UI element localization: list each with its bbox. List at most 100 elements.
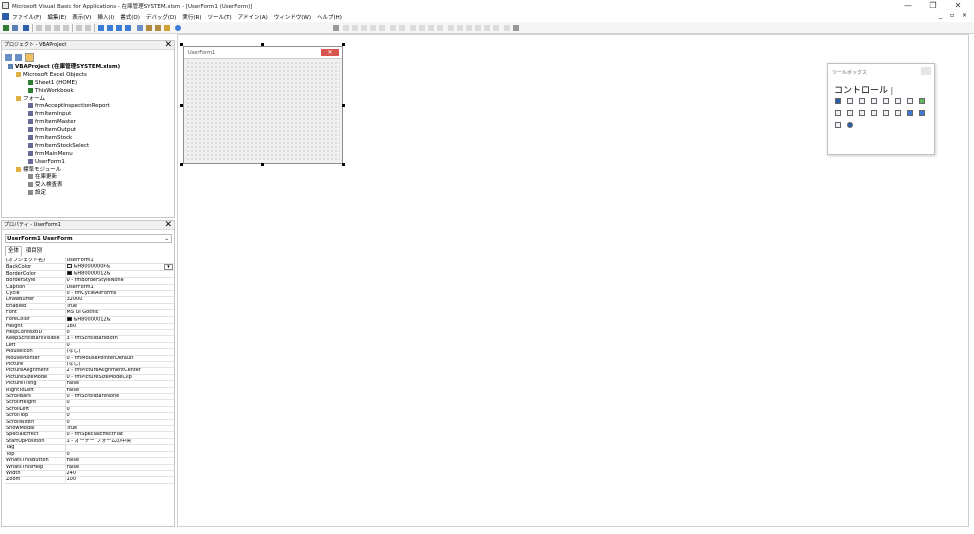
tree-folder-modules[interactable]: 標準モジュール	[2, 166, 172, 175]
tree-item-form[interactable]: UserForm1	[2, 158, 172, 167]
commandbutton-tool-icon[interactable]	[847, 110, 853, 116]
insert-userform-icon[interactable]	[12, 25, 18, 31]
resize-handle[interactable]	[180, 43, 183, 46]
paste-icon[interactable]	[54, 25, 60, 31]
tree-folder-forms[interactable]: フォーム	[2, 95, 172, 104]
tree-item-form[interactable]: frmMainMenu	[2, 150, 172, 159]
copy-icon[interactable]	[45, 25, 51, 31]
break-icon[interactable]	[107, 25, 113, 31]
menu-item[interactable]: ツール(T)	[208, 13, 232, 21]
restore-button[interactable]: ❐	[921, 0, 945, 12]
view-code-icon[interactable]	[5, 54, 12, 61]
menu-item[interactable]: ヘルプ(H)	[317, 13, 342, 21]
object-select-dropdown[interactable]: UserForm1 UserForm ⌄	[5, 234, 172, 243]
run-icon[interactable]	[98, 25, 104, 31]
tree-item-sheet[interactable]: Sheet1 (HOME)	[2, 79, 172, 88]
toggle-folders-icon[interactable]	[25, 53, 34, 62]
ruler-tool-icon[interactable]	[835, 122, 841, 128]
optionbutton-tool-icon[interactable]	[907, 98, 913, 104]
menu-item[interactable]: 実行(R)	[182, 13, 201, 21]
tab-categorized[interactable]: 項目別	[24, 247, 45, 256]
align-top-icon[interactable]	[475, 25, 481, 31]
properties-close-button[interactable]: ✕	[164, 221, 172, 230]
resize-handle[interactable]	[261, 43, 264, 46]
find-icon[interactable]	[63, 25, 69, 31]
vb-menu-icon[interactable]	[2, 13, 9, 20]
tree-item-form[interactable]: frmItemStock	[2, 135, 172, 143]
save-icon[interactable]	[23, 25, 29, 31]
toolbox-icon[interactable]	[164, 25, 170, 31]
resize-handle[interactable]	[180, 104, 183, 107]
undo-icon[interactable]	[76, 25, 82, 31]
bring-to-front-icon[interactable]	[493, 25, 499, 31]
menu-item[interactable]: 書式(O)	[120, 13, 140, 21]
excel-view-icon[interactable]	[3, 25, 9, 31]
outdent-icon[interactable]	[352, 25, 358, 31]
tree-item-form[interactable]: frmAcceptInspectionReport	[2, 103, 172, 111]
tree-item-module[interactable]: 受入検査表	[2, 182, 172, 190]
resize-handle[interactable]	[342, 163, 345, 166]
tree-item-sheet[interactable]: ThisWorkbook	[2, 87, 172, 96]
listbox-tool-icon[interactable]	[883, 98, 889, 104]
multipage-tool-icon[interactable]	[871, 110, 877, 116]
select-objects-icon[interactable]	[835, 98, 841, 104]
userform[interactable]: UserForm1 ✕	[183, 46, 343, 164]
toolbox-tab-controls[interactable]: コントロール |	[834, 83, 893, 96]
list-properties-icon[interactable]	[361, 25, 367, 31]
tree-project-root[interactable]: VBAProject (在庫管理SYSTEM.xlsm)	[2, 64, 172, 72]
reset-icon[interactable]	[116, 25, 122, 31]
tree-item-form[interactable]: frmItemStockSelect	[2, 142, 172, 151]
property-value-cell[interactable]: 100	[65, 476, 174, 484]
align-right-icon[interactable]	[466, 25, 472, 31]
resize-handle[interactable]	[342, 43, 345, 46]
combobox-tool-icon[interactable]	[871, 98, 877, 104]
tree-item-module[interactable]: 設定	[2, 190, 172, 198]
uncomment-block-icon[interactable]	[399, 25, 405, 31]
menu-item[interactable]: 表示(V)	[72, 13, 91, 21]
checkbox-tool-icon[interactable]	[895, 98, 901, 104]
property-row[interactable]: ForeColor &H80000012&	[5, 316, 174, 324]
menu-item[interactable]: 編集(E)	[47, 13, 66, 21]
property-value-cell[interactable]: &H80000012&	[65, 270, 174, 279]
toolbox-close-button[interactable]	[921, 67, 931, 75]
property-value-cell[interactable]: &H8000000F&	[65, 263, 174, 272]
togglebutton-tool-icon[interactable]	[919, 98, 925, 104]
menu-item[interactable]: ウィンドウ(W)	[274, 13, 311, 21]
clear-bookmarks-icon[interactable]	[437, 25, 443, 31]
redo-icon[interactable]	[85, 25, 91, 31]
spinbutton-tool-icon[interactable]	[895, 110, 901, 116]
tree-item-module[interactable]: 在庫更新	[2, 174, 172, 182]
minimize-button[interactable]: —	[896, 0, 920, 12]
tree-item-form[interactable]: frmItemMaster	[2, 119, 172, 127]
project-explorer-icon[interactable]	[137, 25, 143, 31]
object-browser-icon[interactable]	[155, 25, 161, 31]
tree-folder-excel-objects[interactable]: Microsoft Excel Objects	[2, 71, 172, 80]
previous-bookmark-icon[interactable]	[428, 25, 434, 31]
textbox-tool-icon[interactable]	[859, 98, 865, 104]
indent-icon[interactable]	[343, 25, 349, 31]
menu-item[interactable]: ファイル(F)	[12, 13, 41, 21]
menu-item[interactable]: アドイン(A)	[238, 13, 268, 21]
mdi-window-controls[interactable]: _ ▫ ×	[939, 12, 970, 19]
quick-info-icon[interactable]	[379, 25, 385, 31]
cut-icon[interactable]	[36, 25, 42, 31]
scrollbar-tool-icon[interactable]	[883, 110, 889, 116]
label-tool-icon[interactable]	[847, 98, 853, 104]
comment-block-icon[interactable]	[390, 25, 396, 31]
resize-handle[interactable]	[261, 163, 264, 166]
list-constants-icon[interactable]	[370, 25, 376, 31]
align-center-icon[interactable]	[457, 25, 463, 31]
resize-handle[interactable]	[342, 104, 345, 107]
send-to-back-icon[interactable]	[504, 25, 510, 31]
userform-grid[interactable]	[186, 61, 340, 161]
design-mode-icon[interactable]	[125, 25, 131, 31]
chevron-down-icon[interactable]: ⌄	[164, 235, 169, 243]
menu-item[interactable]: デバッグ(D)	[146, 13, 177, 21]
frame-tool-icon[interactable]	[835, 110, 841, 116]
globe-tool-icon[interactable]	[847, 122, 853, 128]
tab-alphabetic[interactable]: 全体	[5, 246, 23, 256]
next-bookmark-icon[interactable]	[419, 25, 425, 31]
tabstrip-tool-icon[interactable]	[859, 110, 865, 116]
refedit-tool-icon[interactable]	[919, 110, 925, 116]
close-button[interactable]: ✕	[946, 0, 970, 12]
